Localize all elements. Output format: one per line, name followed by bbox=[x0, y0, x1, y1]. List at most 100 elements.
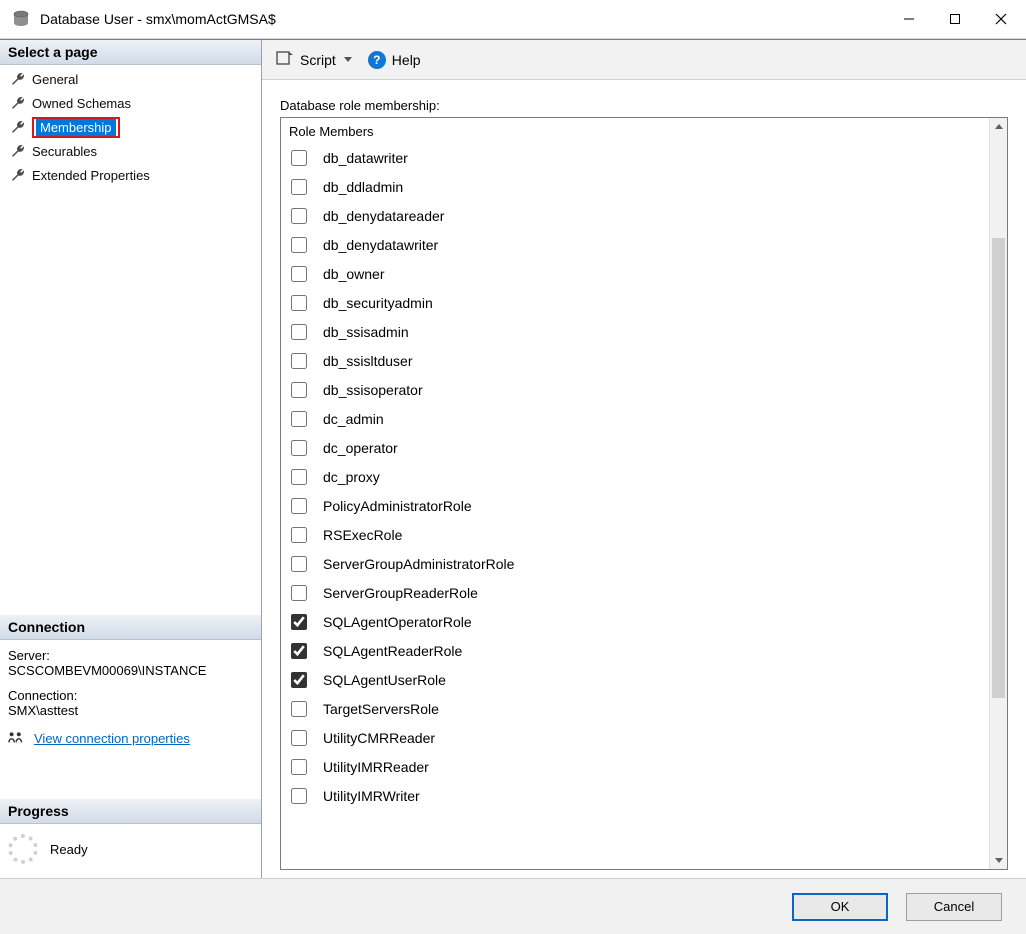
role-checkbox[interactable] bbox=[291, 324, 307, 340]
progress-spinner-icon bbox=[8, 834, 38, 864]
role-row: SQLAgentUserRole bbox=[285, 665, 989, 694]
sidebar-item-label: General bbox=[32, 72, 78, 87]
role-row: TargetServersRole bbox=[285, 694, 989, 723]
role-name: db_owner bbox=[323, 266, 385, 282]
role-row: db_ssisoperator bbox=[285, 375, 989, 404]
role-checkbox[interactable] bbox=[291, 382, 307, 398]
role-checkbox[interactable] bbox=[291, 672, 307, 688]
wrench-icon bbox=[10, 95, 26, 111]
role-name: db_denydatawriter bbox=[323, 237, 438, 253]
maximize-button[interactable] bbox=[932, 3, 978, 35]
role-checkbox[interactable] bbox=[291, 266, 307, 282]
role-checkbox[interactable] bbox=[291, 556, 307, 572]
help-icon: ? bbox=[368, 51, 386, 69]
scroll-down-arrow-icon[interactable] bbox=[990, 851, 1007, 869]
wrench-icon bbox=[10, 143, 26, 159]
role-row: ServerGroupReaderRole bbox=[285, 578, 989, 607]
role-row: db_owner bbox=[285, 259, 989, 288]
role-name: UtilityCMRReader bbox=[323, 730, 435, 746]
role-name: db_denydatareader bbox=[323, 208, 444, 224]
role-checkbox[interactable] bbox=[291, 353, 307, 369]
close-button[interactable] bbox=[978, 3, 1024, 35]
view-connection-properties-link[interactable]: View connection properties bbox=[34, 731, 190, 746]
sidebar-item-label: Membership bbox=[36, 119, 116, 136]
role-name: db_securityadmin bbox=[323, 295, 433, 311]
role-checkbox[interactable] bbox=[291, 208, 307, 224]
role-checkbox[interactable] bbox=[291, 469, 307, 485]
role-row: db_securityadmin bbox=[285, 288, 989, 317]
role-checkbox[interactable] bbox=[291, 730, 307, 746]
progress-status: Ready bbox=[50, 842, 88, 857]
role-checkbox[interactable] bbox=[291, 788, 307, 804]
role-name: db_ssisoperator bbox=[323, 382, 423, 398]
server-value: SCSCOMBEVM00069\INSTANCE bbox=[8, 663, 253, 678]
minimize-button[interactable] bbox=[886, 3, 932, 35]
role-checkbox[interactable] bbox=[291, 527, 307, 543]
role-name: ServerGroupAdministratorRole bbox=[323, 556, 514, 572]
role-name: SQLAgentOperatorRole bbox=[323, 614, 472, 630]
role-checkbox[interactable] bbox=[291, 585, 307, 601]
sidebar-item-label: Extended Properties bbox=[32, 168, 150, 183]
role-name: SQLAgentReaderRole bbox=[323, 643, 462, 659]
role-name: dc_operator bbox=[323, 440, 398, 456]
role-checkbox[interactable] bbox=[291, 701, 307, 717]
wrench-icon bbox=[10, 71, 26, 87]
wrench-icon bbox=[10, 119, 26, 135]
scrollbar-thumb[interactable] bbox=[992, 238, 1005, 698]
window-title: Database User - smx\momActGMSA$ bbox=[40, 11, 886, 27]
scroll-up-arrow-icon[interactable] bbox=[990, 118, 1007, 136]
connection-header: Connection bbox=[0, 615, 261, 640]
sidebar: Select a page GeneralOwned SchemasMember… bbox=[0, 40, 262, 878]
connection-properties-icon bbox=[8, 730, 26, 747]
help-button[interactable]: ? Help bbox=[364, 49, 425, 71]
role-checkbox[interactable] bbox=[291, 614, 307, 630]
role-checkbox[interactable] bbox=[291, 643, 307, 659]
sidebar-item-label: Owned Schemas bbox=[32, 96, 131, 111]
role-row: UtilityIMRWriter bbox=[285, 781, 989, 810]
role-name: UtilityIMRWriter bbox=[323, 788, 420, 804]
role-checkbox[interactable] bbox=[291, 759, 307, 775]
sidebar-item-owned-schemas[interactable]: Owned Schemas bbox=[0, 91, 261, 115]
role-checkbox[interactable] bbox=[291, 150, 307, 166]
script-dropdown[interactable]: Script bbox=[272, 48, 356, 71]
role-checkbox[interactable] bbox=[291, 498, 307, 514]
role-row: SQLAgentReaderRole bbox=[285, 636, 989, 665]
sidebar-item-extended-properties[interactable]: Extended Properties bbox=[0, 163, 261, 187]
vertical-scrollbar[interactable] bbox=[989, 118, 1007, 869]
role-listbox: Role Members db_datawriterdb_ddladmindb_… bbox=[280, 117, 1008, 870]
role-checkbox[interactable] bbox=[291, 237, 307, 253]
role-name: SQLAgentUserRole bbox=[323, 672, 446, 688]
ok-button[interactable]: OK bbox=[792, 893, 888, 921]
sidebar-item-membership[interactable]: Membership bbox=[0, 115, 261, 139]
role-name: UtilityIMRReader bbox=[323, 759, 429, 775]
role-checkbox[interactable] bbox=[291, 179, 307, 195]
script-icon bbox=[276, 50, 294, 69]
role-name: db_datawriter bbox=[323, 150, 408, 166]
cancel-button[interactable]: Cancel bbox=[906, 893, 1002, 921]
role-name: db_ssisltduser bbox=[323, 353, 413, 369]
progress-header: Progress bbox=[0, 799, 261, 824]
database-icon bbox=[12, 10, 30, 28]
wrench-icon bbox=[10, 167, 26, 183]
server-label: Server: bbox=[8, 648, 253, 663]
role-name: dc_proxy bbox=[323, 469, 380, 485]
role-row: db_denydatawriter bbox=[285, 230, 989, 259]
role-row: PolicyAdministratorRole bbox=[285, 491, 989, 520]
sidebar-item-general[interactable]: General bbox=[0, 67, 261, 91]
role-rows: db_datawriterdb_ddladmindb_denydatareade… bbox=[285, 143, 989, 810]
sidebar-item-securables[interactable]: Securables bbox=[0, 139, 261, 163]
connection-value: SMX\asttest bbox=[8, 703, 253, 718]
page-nav-list: General Owned Schemas Membership Securables… bbox=[0, 65, 261, 195]
role-row: UtilityIMRReader bbox=[285, 752, 989, 781]
role-name: RSExecRole bbox=[323, 527, 402, 543]
role-name: PolicyAdministratorRole bbox=[323, 498, 472, 514]
role-checkbox[interactable] bbox=[291, 411, 307, 427]
role-checkbox[interactable] bbox=[291, 440, 307, 456]
role-row: dc_operator bbox=[285, 433, 989, 462]
connection-label: Connection: bbox=[8, 688, 253, 703]
role-checkbox[interactable] bbox=[291, 295, 307, 311]
content-area: Database role membership: Role Members d… bbox=[262, 80, 1026, 878]
toolbar: Script ? Help bbox=[262, 40, 1026, 80]
connection-panel: Server: SCSCOMBEVM00069\INSTANCE Connect… bbox=[0, 640, 261, 759]
dialog-footer: OK Cancel bbox=[0, 878, 1026, 934]
